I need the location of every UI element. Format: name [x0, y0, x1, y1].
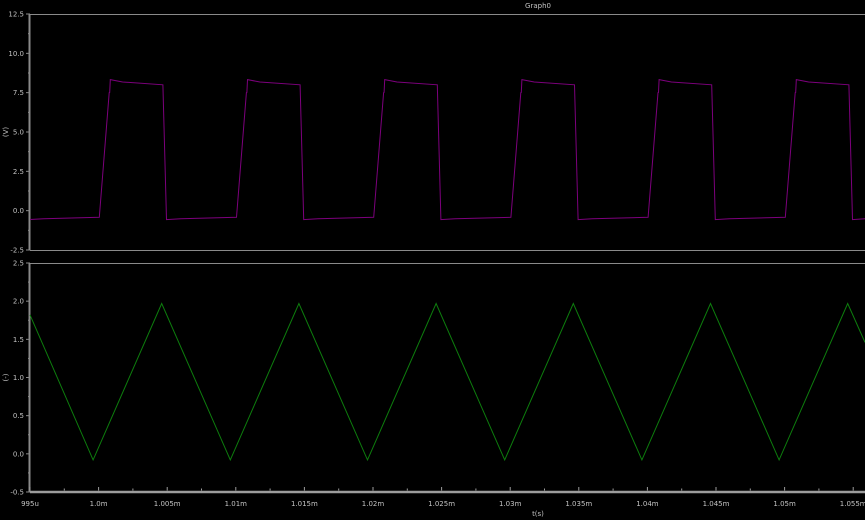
triangle-wave-trace	[30, 304, 865, 460]
y-tick-label: 7.5	[13, 89, 24, 97]
x-tick-label: 1.04m	[636, 500, 659, 508]
y-tick-label: 2.5	[13, 168, 24, 176]
y-tick-label: 2.0	[13, 298, 24, 306]
x-tick-label: 1.0m	[90, 500, 108, 508]
x-tick-label: 1.015m	[291, 500, 318, 508]
y-tick-label: 1.0	[13, 374, 24, 382]
y-tick-label: 1.5	[13, 336, 24, 344]
graph-window: Graph0 12.510.07.55.02.50.0-2.5(V)2.52.0…	[0, 0, 865, 520]
x-tick-label: 1.05m	[773, 500, 796, 508]
y-tick-label: 10.0	[8, 50, 24, 58]
x-tick-label: 1.03m	[499, 500, 522, 508]
y-axis-unit-label: (-)	[2, 373, 10, 381]
y-tick-label: 12.5	[8, 11, 24, 19]
x-tick-label: 1.045m	[703, 500, 730, 508]
y-tick-label: 0.0	[13, 207, 24, 215]
x-tick-label: 1.035m	[565, 500, 592, 508]
y-axis-unit-label: (V)	[2, 127, 10, 138]
y-tick-label: -0.5	[10, 489, 24, 497]
x-tick-label: 1.055m	[840, 500, 865, 508]
y-tick-label: 5.0	[13, 129, 24, 137]
y-tick-label: 2.5	[13, 260, 24, 268]
square-wave-trace	[30, 80, 865, 220]
x-axis-label: t(s)	[532, 510, 544, 518]
x-tick-label: 995u	[21, 500, 39, 508]
x-tick-label: 1.01m	[225, 500, 248, 508]
y-tick-label: -2.5	[10, 247, 24, 255]
x-tick-label: 1.02m	[362, 500, 385, 508]
y-tick-label: 0.5	[13, 412, 24, 420]
plot-canvas[interactable]: 12.510.07.55.02.50.0-2.5(V)2.52.01.51.00…	[0, 0, 865, 520]
x-tick-label: 1.025m	[428, 500, 455, 508]
x-tick-label: 1.005m	[154, 500, 181, 508]
y-tick-label: 0.0	[13, 450, 24, 458]
